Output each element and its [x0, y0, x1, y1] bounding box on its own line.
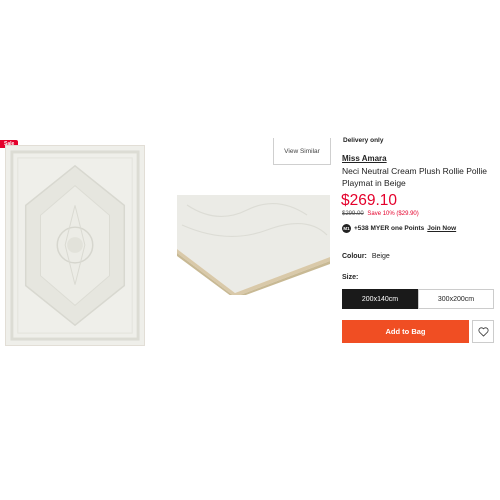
colour-label: Colour: — [342, 253, 367, 260]
rug-angle-shape — [177, 195, 330, 295]
myer-one-icon: M1 — [342, 224, 351, 233]
product-price: $269.10 — [341, 192, 398, 209]
rug-pattern — [6, 146, 144, 345]
points-text: +538 MYER one Points — [354, 225, 425, 232]
join-now-link[interactable]: Join Now — [427, 225, 456, 232]
product-image-main[interactable] — [5, 145, 145, 346]
colour-row: Colour: Beige — [342, 253, 390, 260]
product-title: Neci Neutral Cream Plush Rollie Pollie P… — [342, 166, 488, 188]
was-price: $299.00 — [342, 211, 364, 217]
brand-link[interactable]: Miss Amara — [342, 154, 387, 163]
save-text: Save 10% ($29.90) — [367, 211, 419, 217]
wishlist-button[interactable] — [472, 320, 494, 343]
colour-value: Beige — [371, 253, 390, 260]
delivery-note: Delivery only — [343, 137, 384, 144]
heart-icon — [478, 326, 488, 336]
add-to-bag-button[interactable]: Add to Bag — [342, 320, 469, 343]
was-price-row: $299.00 Save 10% ($29.90) — [342, 211, 419, 217]
size-option-200x140[interactable]: 200x140cm — [342, 289, 418, 309]
myer-points-row: M1 +538 MYER one Points Join Now — [342, 224, 456, 233]
view-similar-button[interactable]: View Similar — [273, 138, 331, 165]
size-option-300x200[interactable]: 300x200cm — [418, 289, 494, 309]
size-label: Size: — [342, 274, 359, 281]
product-image-angle[interactable] — [177, 195, 330, 295]
